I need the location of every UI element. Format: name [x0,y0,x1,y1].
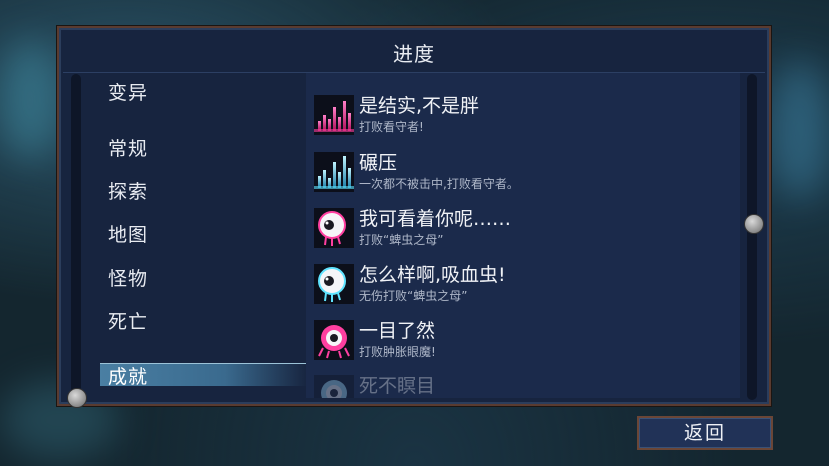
back-button[interactable]: 返回 [637,416,773,450]
achievement-scroll-knob[interactable] [744,214,764,234]
background-glow [0,40,60,160]
panel-title: 进度 [393,42,435,66]
achievement-title: 是结实,不是胖 [359,95,480,117]
achievement-title: 怎么样啊,吸血虫! [359,264,506,286]
progress-panel: 进度 变异 常规 探索 地图 怪物 死亡 成就 是结实,不是胖 打败看守者! 碾… [57,26,771,408]
category-map[interactable]: 地图 [108,220,148,247]
category-label: 成就 [108,366,149,388]
category-monsters[interactable]: 怪物 [108,264,148,291]
eye-monster-faded-icon [314,375,354,398]
achievement-title: 碾压 [359,152,398,174]
achievement-item[interactable]: 碾压 一次都不被击中,打败看守者。 [314,148,734,194]
achievement-desc: 一次都不被击中,打败看守者。 [359,177,519,191]
achievement-desc: 打败看守者! [359,120,424,134]
achievement-title: 死不瞑目 [359,375,436,397]
category-scroll-knob[interactable] [67,388,87,408]
achievement-title: 一目了然 [359,320,436,342]
category-label: 死亡 [108,311,149,333]
category-label: 地图 [108,224,149,246]
background-glow [770,60,829,200]
category-label: 常规 [108,138,149,160]
eyeball-magenta-icon [314,208,354,248]
category-deaths[interactable]: 死亡 [108,307,148,334]
achievement-item[interactable]: 怎么样啊,吸血虫! 无伤打败“蜱虫之母” [314,260,734,306]
category-general[interactable]: 常规 [108,134,148,161]
achievement-item[interactable]: 死不瞑目 [314,371,734,398]
category-label: 怪物 [108,268,149,290]
category-label: 变异 [108,82,149,104]
category-achievements[interactable]: 成就 [100,363,308,388]
achievement-item[interactable]: 一目了然 打败肿胀眼魔! [314,316,734,362]
achievement-item[interactable]: 我可看着你呢…… 打败“蜱虫之母” [314,204,734,250]
eye-monster-magenta-icon [314,320,354,360]
bars-cyan-icon [314,152,354,192]
category-exploration[interactable]: 探索 [108,177,148,204]
achievement-scrollbar[interactable] [747,74,757,400]
achievement-desc: 打败“蜱虫之母” [359,233,444,247]
achievement-desc: 打败肿胀眼魔! [359,345,436,359]
eyeball-cyan-icon [314,264,354,304]
category-scrollbar[interactable] [71,74,81,400]
achievement-list[interactable]: 是结实,不是胖 打败看守者! 碾压 一次都不被击中,打败看守者。 我可看着你呢…… [306,73,740,398]
achievement-title: 我可看着你呢…… [359,208,512,230]
bars-magenta-icon [314,95,354,135]
category-label: 探索 [108,181,149,203]
category-mutations[interactable]: 变异 [108,78,148,105]
achievement-item[interactable]: 是结实,不是胖 打败看守者! [314,91,734,137]
achievement-desc: 无伤打败“蜱虫之母” [359,289,468,303]
